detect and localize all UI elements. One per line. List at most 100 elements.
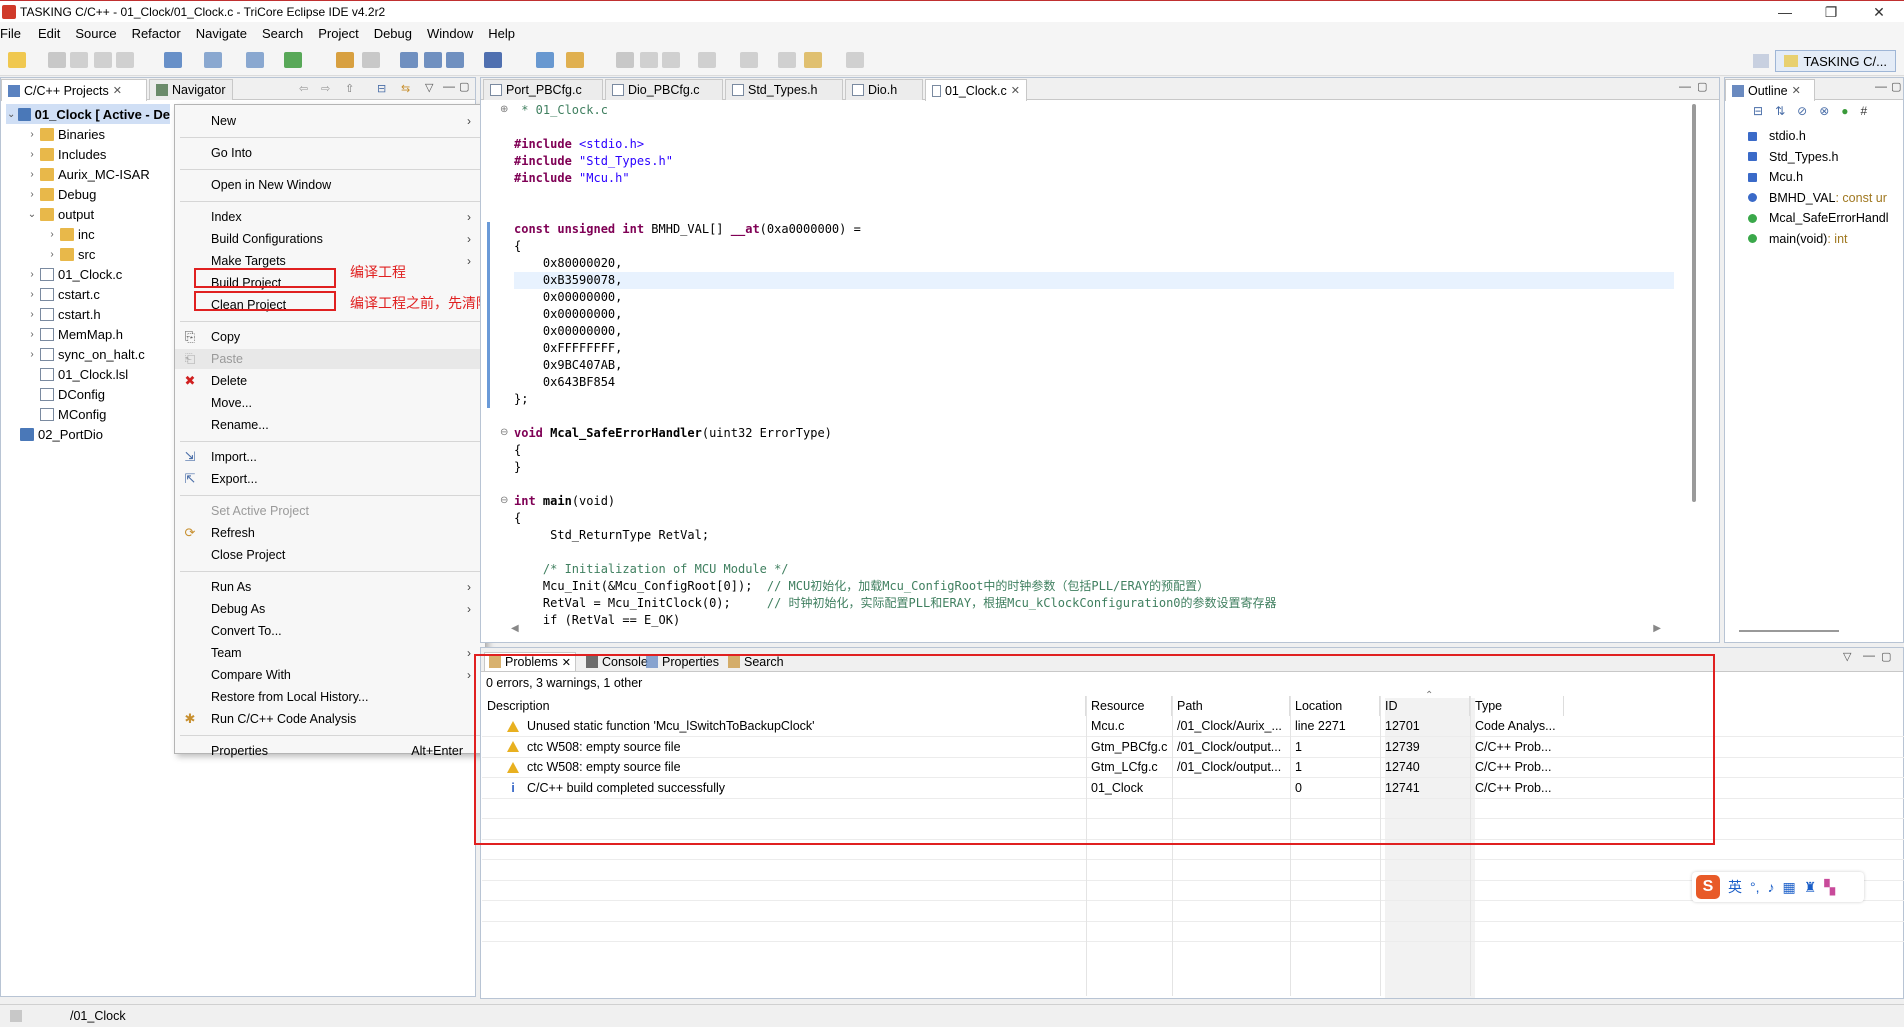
expand-arrow-icon[interactable]: ›	[26, 149, 38, 160]
tab-dio-pbcfg-c[interactable]: Dio_PBCfg.c	[605, 79, 723, 100]
menu-item-copy[interactable]: ⎘ Copy	[175, 327, 485, 347]
tab-std-types-h[interactable]: Std_Types.h	[725, 79, 843, 100]
menu-debug[interactable]: Debug	[374, 26, 421, 41]
tab-outline[interactable]: Outline ✕	[1725, 79, 1815, 101]
new-icon[interactable]	[8, 52, 26, 68]
build-icon[interactable]	[164, 52, 182, 68]
minimize-button[interactable]: —	[1762, 1, 1808, 23]
expand-arrow-icon[interactable]: ⌄	[26, 209, 38, 220]
ime-language[interactable]: 英	[1728, 877, 1742, 897]
export-icon[interactable]	[116, 52, 134, 68]
close-outline-icon[interactable]: ✕	[1792, 84, 1801, 97]
tree-item[interactable]: › cstart.h	[26, 304, 100, 324]
tab-navigator[interactable]: Navigator	[149, 79, 233, 100]
maximize-button[interactable]: ❐	[1808, 1, 1854, 23]
block-icon[interactable]	[662, 52, 680, 68]
menu-item-new[interactable]: New ›	[175, 111, 485, 131]
last-edit-icon[interactable]	[778, 52, 796, 68]
tree-item[interactable]: › Includes	[26, 144, 106, 164]
minimize-problems-icon[interactable]: —	[1863, 648, 1875, 662]
tree-item[interactable]: › inc	[46, 224, 94, 244]
minimize-editor-icon[interactable]: —	[1679, 79, 1691, 93]
horizontal-scrollbar[interactable]: ◀ ▶	[511, 623, 1661, 638]
expand-arrow-icon[interactable]: ⌄	[6, 109, 16, 120]
run-icon[interactable]	[284, 52, 302, 68]
next-annotation-icon[interactable]	[698, 52, 716, 68]
menu-item-close-project[interactable]: Close Project	[175, 545, 485, 565]
outline-item[interactable]: stdio.h	[1748, 126, 1806, 146]
menu-file[interactable]: File	[0, 26, 30, 41]
annotation-icon[interactable]	[616, 52, 634, 68]
minimize-view-icon[interactable]: —	[443, 79, 455, 93]
back-icon[interactable]	[804, 52, 822, 68]
menu-item-export[interactable]: ⇱ Export...	[175, 469, 485, 489]
tree-item[interactable]: DConfig	[26, 384, 105, 404]
collapse-outline-icon[interactable]: ⊟	[1753, 104, 1763, 118]
open-type-icon[interactable]	[536, 52, 554, 68]
expand-arrow-icon[interactable]: ›	[26, 189, 38, 200]
tree-item[interactable]: ⌄ output	[26, 204, 94, 224]
tree-item[interactable]: ⌄ 01_Clock [ Active - De	[6, 104, 170, 124]
toggle-icon[interactable]	[640, 52, 658, 68]
menu-project[interactable]: Project	[318, 26, 367, 41]
open-perspective-icon[interactable]	[1753, 54, 1770, 68]
tree-item[interactable]: MConfig	[26, 404, 106, 424]
menu-item-open-in-new-window[interactable]: Open in New Window	[175, 175, 485, 195]
back-nav-icon[interactable]: ⇦	[299, 82, 308, 95]
tree-item[interactable]: 02_PortDio	[6, 424, 103, 444]
close-tab-icon[interactable]: ✕	[1011, 84, 1020, 97]
outline-item[interactable]: Mcal_SafeErrorHandl	[1748, 208, 1889, 228]
microphone-icon[interactable]: ♪	[1768, 879, 1775, 895]
outline-item[interactable]: BMHD_VAL : const ur	[1748, 188, 1887, 208]
new-class-icon[interactable]	[246, 52, 264, 68]
toolbox-icon[interactable]: ▚	[1824, 879, 1835, 896]
tab-port-pbcfg-c[interactable]: Port_PBCfg.c	[483, 79, 603, 100]
expand-arrow-icon[interactable]: ›	[26, 269, 38, 280]
menu-item-rename[interactable]: Rename...	[175, 415, 485, 435]
expand-arrow-icon[interactable]: ›	[26, 349, 38, 360]
hide-fields-icon[interactable]: ⊘	[1797, 104, 1807, 118]
menu-edit[interactable]: Edit	[38, 26, 69, 41]
outline-item[interactable]: Mcu.h	[1748, 167, 1803, 187]
fold-toggle-icon[interactable]: ⊖	[500, 495, 508, 506]
file-icon[interactable]	[362, 52, 380, 68]
prev-annotation-icon[interactable]	[740, 52, 758, 68]
maximize-problems-icon[interactable]: ▢	[1881, 650, 1891, 663]
outline-scrollbar[interactable]	[1739, 630, 1839, 632]
tree-item[interactable]: › Aurix_MC-ISAR	[26, 164, 149, 184]
tree-item[interactable]: › cstart.c	[26, 284, 100, 304]
view-menu-bottom-icon[interactable]: ▽	[1843, 650, 1851, 663]
expand-arrow-icon[interactable]: ›	[26, 129, 38, 140]
hide-nonpublic-icon[interactable]: ●	[1841, 104, 1848, 118]
up-nav-icon[interactable]: ⇧	[345, 82, 354, 95]
tab-01-clock-c[interactable]: 01_Clock.c ✕	[925, 79, 1027, 101]
tab-dio-h[interactable]: Dio.h	[845, 79, 923, 100]
menu-item-delete[interactable]: ✖ Delete	[175, 371, 485, 391]
menu-help[interactable]: Help	[488, 26, 524, 41]
menu-item-properties[interactable]: Properties Alt+Enter	[175, 741, 485, 761]
vertical-scrollbar[interactable]	[1688, 102, 1702, 582]
close-window-button[interactable]: ✕	[1856, 1, 1902, 23]
menu-item-move[interactable]: Move...	[175, 393, 485, 413]
save-icon[interactable]	[48, 52, 66, 68]
search-icon[interactable]	[566, 52, 584, 68]
settings-icon[interactable]	[484, 52, 502, 68]
tree-item[interactable]: › Binaries	[26, 124, 105, 144]
tree-item[interactable]: › MemMap.h	[26, 324, 123, 344]
tree-item[interactable]: 01_Clock.lsl	[26, 364, 128, 384]
build-all-icon[interactable]	[204, 52, 222, 68]
tree-item[interactable]: › sync_on_halt.c	[26, 344, 144, 364]
tree-item[interactable]: › Debug	[26, 184, 96, 204]
minimize-outline-icon[interactable]: —	[1875, 79, 1887, 93]
view-menu-icon[interactable]: ▽	[425, 81, 433, 94]
keyboard-icon[interactable]: ▦	[1783, 879, 1796, 896]
print-icon[interactable]	[94, 52, 112, 68]
debug-icon[interactable]	[400, 52, 418, 68]
fold-toggle-icon[interactable]: ⊖	[500, 427, 508, 438]
target-icon[interactable]	[446, 52, 464, 68]
wrench-icon[interactable]	[336, 52, 354, 68]
collapse-all-icon[interactable]: ⊟	[377, 82, 386, 95]
menu-item-restore-from-local-history[interactable]: Restore from Local History...	[175, 687, 485, 707]
forward-nav-icon[interactable]: ⇨	[321, 82, 330, 95]
tree-item[interactable]: › 01_Clock.c	[26, 264, 122, 284]
